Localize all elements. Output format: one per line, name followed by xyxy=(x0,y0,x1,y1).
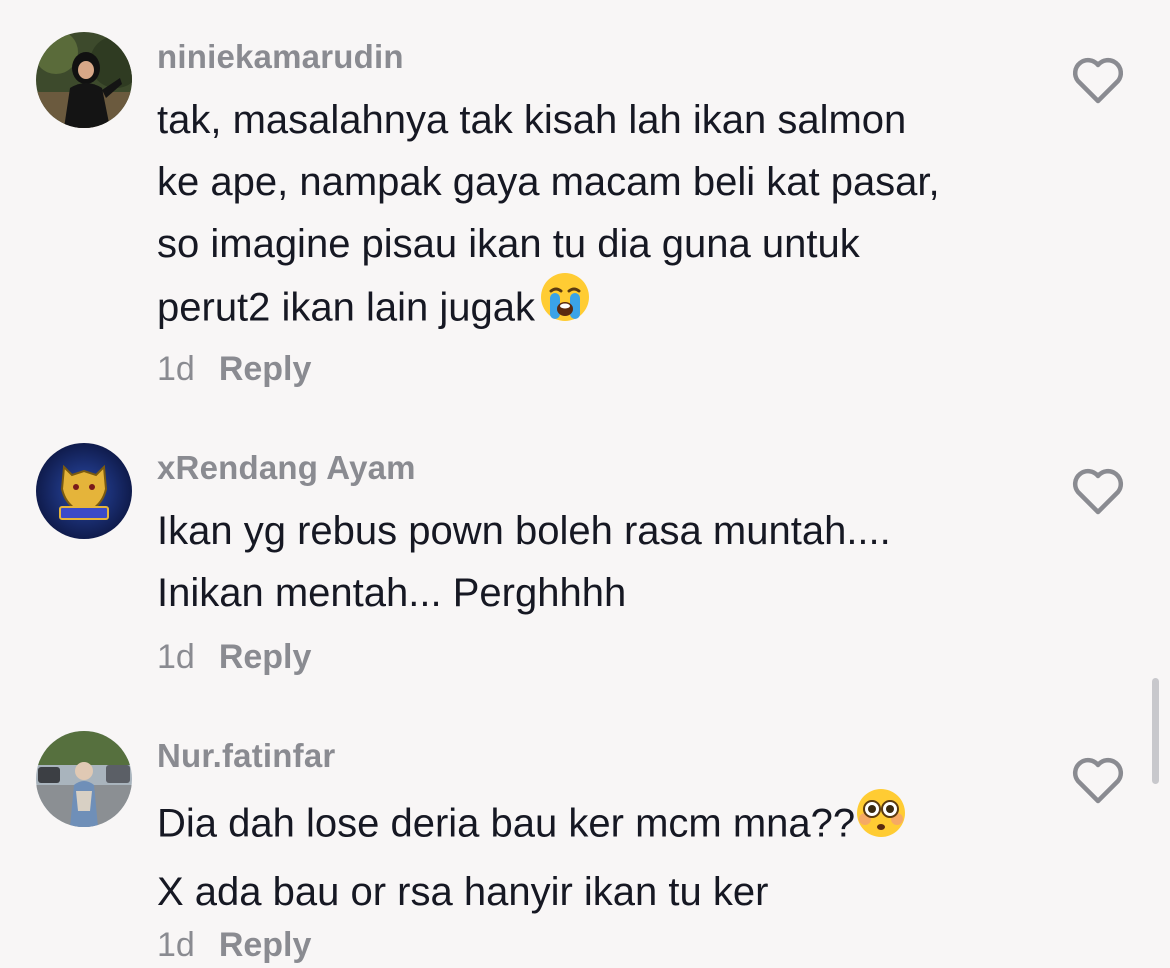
like-button[interactable] xyxy=(1070,465,1126,517)
heart-outline-icon xyxy=(1072,57,1124,104)
like-button[interactable] xyxy=(1070,54,1126,106)
avatar[interactable] xyxy=(36,443,132,539)
like-button[interactable] xyxy=(1070,754,1126,806)
loudly-crying-face-icon xyxy=(539,271,591,341)
heart-outline-icon xyxy=(1072,757,1124,804)
comment-time: 1d xyxy=(157,926,195,964)
comment-text-line: Dia dah lose deria bau ker mcm mna?? xyxy=(157,801,856,846)
avatar[interactable] xyxy=(36,731,132,827)
reply-button[interactable]: Reply xyxy=(219,926,312,964)
comment-text: Dia dah lose deria bau ker mcm mna?? X a… xyxy=(157,789,1037,923)
avatar[interactable] xyxy=(36,32,132,128)
comment-text: tak, masalahnya tak kisah lah ikan salmo… xyxy=(157,89,1037,345)
comment-username[interactable]: xRendang Ayam xyxy=(157,449,416,487)
reply-button[interactable]: Reply xyxy=(219,350,312,388)
flushed-face-icon xyxy=(855,787,907,857)
comment-text: Ikan yg rebus pown boleh rasa muntah....… xyxy=(157,509,891,615)
reply-button[interactable]: Reply xyxy=(219,638,312,676)
comment-username[interactable]: niniekamarudin xyxy=(157,38,404,76)
scrollbar[interactable] xyxy=(1152,678,1159,784)
comment-text-line: X ada bau or rsa hanyir ikan tu ker xyxy=(157,870,769,914)
heart-outline-icon xyxy=(1072,468,1124,515)
comment-meta: 1d Reply xyxy=(157,350,311,389)
comment-username[interactable]: Nur.fatinfar xyxy=(157,737,335,775)
comment-time: 1d xyxy=(157,350,195,388)
comment-meta: 1d Reply xyxy=(157,638,311,677)
comment-time: 1d xyxy=(157,638,195,676)
comment-meta: 1d Reply xyxy=(157,926,311,965)
